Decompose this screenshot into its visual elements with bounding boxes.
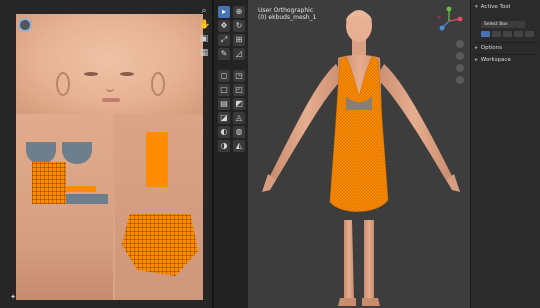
- uv-eye-right: [120, 72, 134, 76]
- camera-icon[interactable]: ▣: [199, 34, 209, 44]
- chevron-right-icon: ▸: [475, 57, 478, 63]
- scale-tool[interactable]: ⤢: [218, 34, 230, 46]
- uv-ear-left: [56, 72, 70, 96]
- select-box-field[interactable]: Select Box: [481, 21, 525, 28]
- camera-view-icon[interactable]: [456, 64, 464, 72]
- transform-tool[interactable]: ⊞: [233, 34, 245, 46]
- select-mode-subtract[interactable]: [503, 31, 512, 37]
- uv-mouth: [102, 98, 120, 102]
- shear-tool[interactable]: ◭: [233, 140, 245, 152]
- chevron-right-icon: ▸: [475, 45, 478, 51]
- smooth-tool[interactable]: ◐: [218, 126, 230, 138]
- add-cube-tool[interactable]: ◻: [218, 70, 230, 82]
- select-mode-new[interactable]: [481, 31, 490, 37]
- uv-dress-strip: [66, 186, 96, 192]
- shrink-tool[interactable]: ◑: [218, 140, 230, 152]
- grid-icon[interactable]: ▦: [199, 48, 209, 58]
- select-mode-intersect[interactable]: [525, 31, 534, 37]
- edge-slide-tool[interactable]: ◍: [233, 126, 245, 138]
- character-model[interactable]: [248, 0, 470, 308]
- select-mode-extend[interactable]: [492, 31, 501, 37]
- uv-eye-left: [84, 72, 98, 76]
- model-arm-left: [376, 64, 452, 180]
- extrude-tool[interactable]: ◳: [233, 70, 245, 82]
- perspective-icon[interactable]: [456, 76, 464, 84]
- polybuild-tool[interactable]: ◪: [218, 112, 230, 124]
- model-leg-left: [364, 220, 374, 300]
- model-leg-right: [344, 220, 354, 300]
- model-foot-right: [338, 298, 356, 306]
- pan-icon[interactable]: [456, 52, 464, 60]
- uv-2d-cursor[interactable]: [18, 18, 32, 32]
- uv-dress-front-island: [32, 162, 66, 204]
- knife-tool[interactable]: ◩: [233, 98, 245, 110]
- toolbar: ▸ ⊕ ✥ ↻ ⤢ ⊞ ✎ ◿ ◻ ◳ ▢ ◰ ▤ ◩ ◪ ◬ ◐ ◍ ◑ ◭: [214, 0, 248, 308]
- chevron-down-icon: ▾: [475, 4, 478, 10]
- divider: [475, 42, 537, 43]
- loopcut-tool[interactable]: ▤: [218, 98, 230, 110]
- uv-dress-strap-island: [146, 132, 168, 187]
- bevel-tool[interactable]: ◰: [233, 84, 245, 96]
- cursor-tool[interactable]: ⊕: [233, 6, 245, 18]
- annotate-tool[interactable]: ✎: [218, 48, 230, 60]
- rotate-tool[interactable]: ↻: [233, 20, 245, 32]
- search-icon[interactable]: ⌕: [199, 6, 209, 16]
- uv-texture-image[interactable]: [16, 14, 203, 300]
- uv-face-island: [16, 14, 203, 114]
- uv-ear-right: [151, 72, 165, 96]
- navigation-gizmo[interactable]: [434, 6, 464, 36]
- model-foot-left: [362, 298, 380, 306]
- select-box-tool[interactable]: ▸: [218, 6, 230, 18]
- properties-sidebar: ▾ Active Tool Select Box ▸ Options ▸ Worksp…: [470, 0, 540, 308]
- options-header[interactable]: ▸ Options: [475, 44, 537, 53]
- uv-editor-panel[interactable]: ⌕ ✋ ▣ ▦ ✦: [0, 0, 212, 308]
- select-mode-invert[interactable]: [514, 31, 523, 37]
- uv-nose: [106, 80, 114, 92]
- uv-small-cursor-icon: ✦: [10, 293, 16, 301]
- divider: [475, 54, 537, 55]
- move-tool[interactable]: ✥: [218, 20, 230, 32]
- spin-tool[interactable]: ◬: [233, 112, 245, 124]
- 3d-viewport[interactable]: User Orthographic (0) ekbuds_mesh_1: [248, 0, 470, 308]
- hand-icon[interactable]: ✋: [199, 20, 210, 30]
- measure-tool[interactable]: ◿: [233, 48, 245, 60]
- active-tool-header[interactable]: ▾ Active Tool: [475, 3, 537, 12]
- zoom-icon[interactable]: [456, 40, 464, 48]
- inset-tool[interactable]: ▢: [218, 84, 230, 96]
- workspace-header[interactable]: ▸ Workspace: [475, 56, 537, 65]
